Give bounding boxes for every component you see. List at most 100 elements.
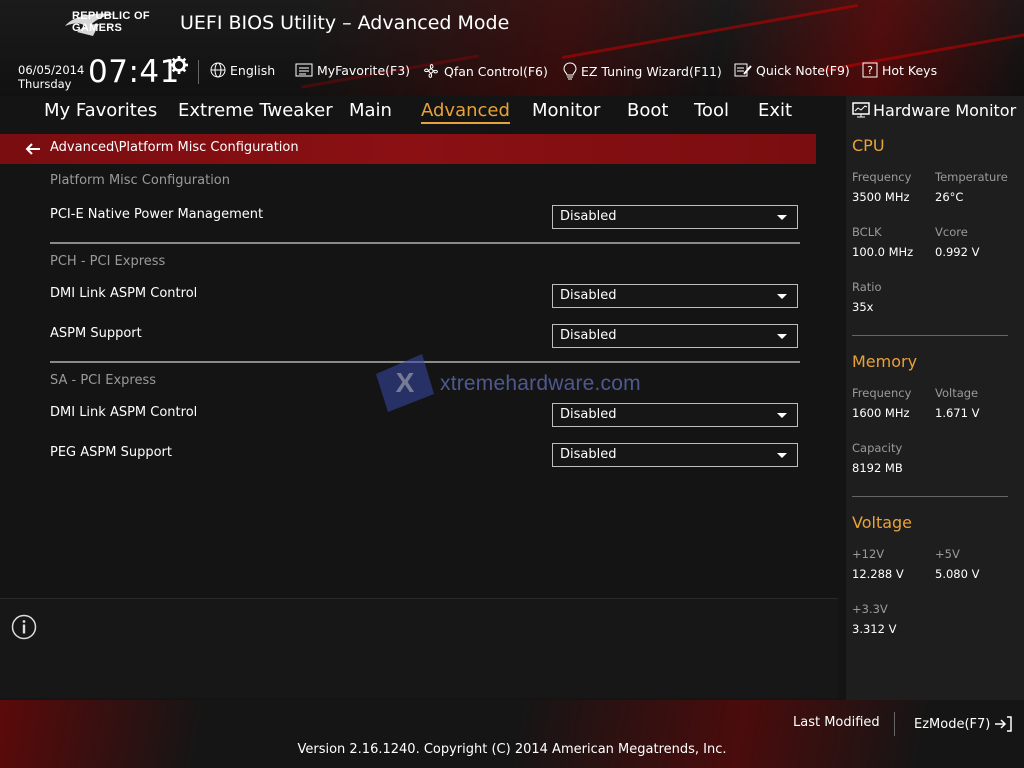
date-block: 06/05/2014 Thursday [18,63,84,91]
setting-label: DMI Link ASPM Control [50,286,198,301]
ez-tuning-label: EZ Tuning Wizard(F11) [581,63,722,79]
qfan-label: Qfan Control(F6) [444,63,548,79]
tab-my-favorites[interactable]: My Favorites [44,100,157,121]
brand-line2: GAMERS [72,22,123,34]
panel-divider [852,335,1008,336]
info-icon[interactable] [11,614,37,640]
setting-dropdown[interactable]: Disabled [552,284,798,308]
setting-dropdown[interactable]: Disabled [552,443,798,467]
setting-value: Disabled [560,447,617,462]
tab-exit[interactable]: Exit [758,100,792,121]
header-streak [562,3,858,60]
setting-value: Disabled [560,288,617,303]
quick-note-button[interactable]: Quick Note(F9) [734,62,850,78]
setting-value: Disabled [560,209,617,224]
brand-line1: REPUBLIC OF [72,10,150,22]
monitor-icon [852,102,870,118]
section-title: PCH - PCI Express [50,254,166,269]
bclk-label: BCLK [852,225,882,239]
setting-label: ASPM Support [50,326,142,341]
last-modified-button[interactable]: Last Modified [793,715,880,730]
myfavorite-label: MyFavorite(F3) [317,62,411,78]
cpu-temperature-value: 26°C [935,190,964,204]
setting-label: DMI Link ASPM Control [50,405,198,420]
memory-header: Memory [852,352,918,371]
myfavorite-button[interactable]: MyFavorite(F3) [295,62,410,78]
v33-label: +3.3V [852,602,888,616]
brand-text: REPUBLIC OF GAMERS [72,10,150,34]
dropdown-caret-icon [777,294,787,299]
cpu-temperature-label: Temperature [935,170,1008,184]
footer [0,700,1024,768]
setting-dropdown[interactable]: Disabled [552,205,798,229]
tab-main[interactable]: Main [349,100,392,121]
qfan-button[interactable]: Qfan Control(F6) [422,62,548,80]
hot-keys-button[interactable]: ? Hot Keys [862,62,937,78]
note-pencil-icon [734,63,752,77]
version-text: Version 2.16.1240. Copyright (C) 2014 Am… [297,742,727,757]
v5-value: 5.080 V [935,567,980,581]
hardware-monitor-title: Hardware Monitor [873,101,1017,120]
memory-capacity-value: 8192 MB [852,461,903,475]
tab-advanced[interactable]: Advanced [421,100,510,124]
tab-tool[interactable]: Tool [694,100,729,121]
breadcrumb-path: Advanced\Platform Misc Configuration [50,140,299,155]
footer-separator [894,712,895,736]
gear-icon[interactable] [170,56,188,74]
v12-label: +12V [852,547,885,561]
cpu-frequency-value: 3500 MHz [852,190,910,204]
language-button[interactable]: English [210,62,275,78]
app-title: UEFI BIOS Utility – Advanced Mode [180,12,510,34]
setting-dropdown[interactable]: Disabled [552,324,798,348]
favorite-list-icon [295,63,313,77]
memory-frequency-label: Frequency [852,386,912,400]
tab-extreme-tweaker[interactable]: Extreme Tweaker [178,100,333,121]
section-title: SA - PCI Express [50,373,156,388]
back-arrow-icon[interactable] [24,140,42,158]
svg-text:X: X [396,367,415,398]
exit-arrow-icon [995,716,1013,732]
day-text: Thursday [18,77,72,91]
setting-label: PCI-E Native Power Management [50,207,264,222]
setting-label: PEG ASPM Support [50,445,172,460]
quick-note-label: Quick Note(F9) [756,62,850,78]
language-label: English [230,62,276,78]
dropdown-caret-icon [777,334,787,339]
v5-label: +5V [935,547,960,561]
setting-value: Disabled [560,328,617,343]
memory-voltage-value: 1.671 V [935,406,980,420]
fan-icon [424,64,438,78]
memory-voltage-label: Voltage [935,386,979,400]
tab-boot[interactable]: Boot [627,100,668,121]
panel-divider [852,496,1008,497]
hot-keys-label: Hot Keys [882,62,938,78]
section-divider [50,242,800,244]
ezmode-button[interactable]: EzMode(F7) [914,715,1013,733]
toolbar-separator [198,60,199,84]
cpu-header: CPU [852,136,885,155]
globe-icon [210,62,226,78]
section-title: Platform Misc Configuration [50,173,231,188]
dropdown-caret-icon [777,453,787,458]
ezmode-label: EzMode(F7) [914,716,991,732]
v33-value: 3.312 V [852,622,897,636]
vcore-value: 0.992 V [935,245,980,259]
memory-capacity-label: Capacity [852,441,903,455]
vcore-label: Vcore [935,225,968,239]
help-panel [0,598,838,698]
svg-text:?: ? [867,64,873,77]
help-question-icon: ? [862,62,878,78]
watermark-text: xtremehardware.com [440,372,641,395]
lightbulb-icon [563,62,577,80]
ratio-label: Ratio [852,280,882,294]
tab-monitor[interactable]: Monitor [532,100,600,121]
voltage-header: Voltage [852,513,913,532]
dropdown-caret-icon [777,215,787,220]
date-text: 06/05/2014 [18,63,85,77]
memory-frequency-value: 1600 MHz [852,406,910,420]
clock: 07:41 [88,54,180,90]
ez-tuning-button[interactable]: EZ Tuning Wizard(F11) [563,62,722,80]
ratio-value: 35x [852,300,874,314]
cpu-frequency-label: Frequency [852,170,912,184]
v12-value: 12.288 V [852,567,904,581]
